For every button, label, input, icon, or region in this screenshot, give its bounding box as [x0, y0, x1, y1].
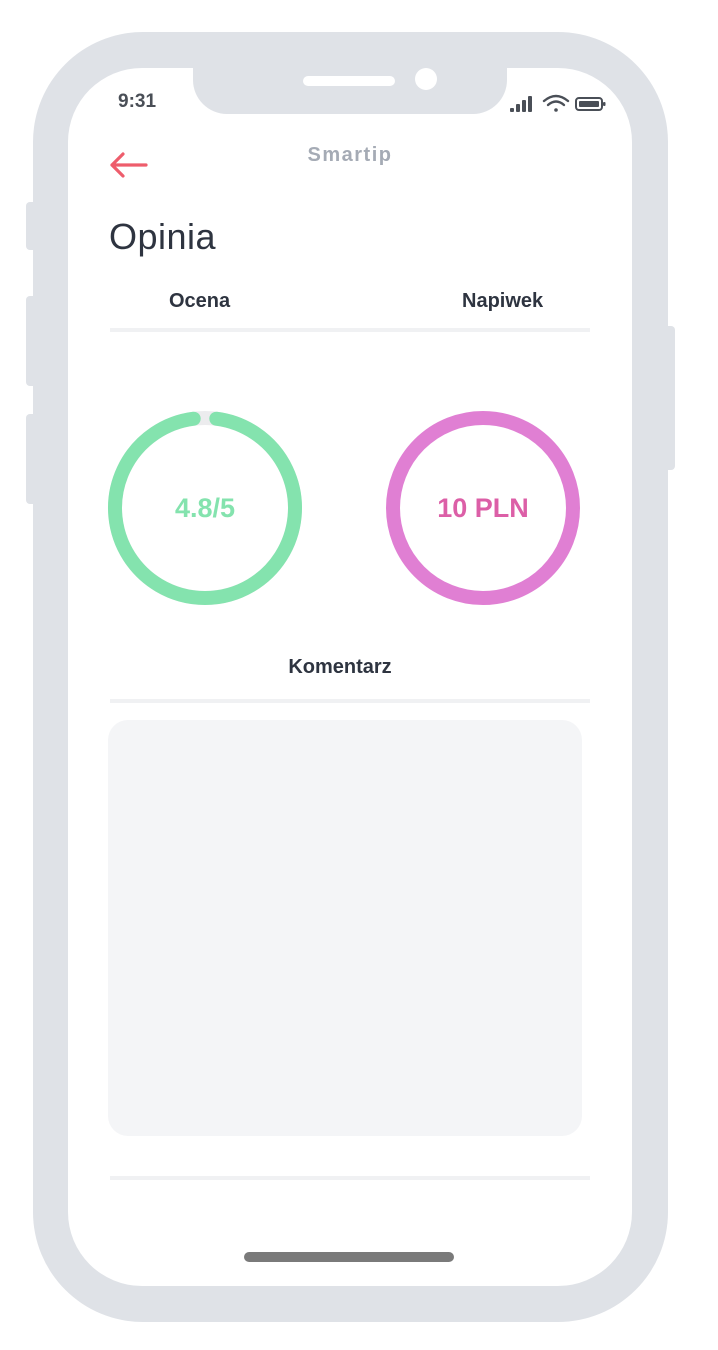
mute-switch — [26, 202, 36, 250]
divider — [110, 1176, 590, 1180]
cellular-signal-icon — [510, 96, 532, 112]
notch — [193, 68, 507, 114]
home-indicator[interactable] — [244, 1252, 454, 1262]
tip-ring: 10 PLN — [383, 408, 583, 608]
wifi-icon — [542, 94, 570, 112]
page-title: Opinia — [109, 216, 217, 257]
tip-section-label: Napiwek — [462, 290, 544, 312]
divider — [110, 328, 590, 332]
rating-ring: 4.8/5 — [105, 408, 305, 608]
rating-section-label: Ocena — [169, 290, 231, 312]
comment-section-label: Komentarz — [288, 656, 392, 678]
status-time: 9:31 — [118, 91, 157, 112]
divider — [110, 699, 590, 703]
comment-textarea[interactable] — [108, 720, 582, 1136]
app-name: Smartip — [307, 144, 393, 166]
speaker — [303, 76, 395, 86]
power-button — [665, 326, 675, 470]
battery-icon — [575, 97, 606, 111]
volume-up-button — [26, 296, 36, 386]
volume-down-button — [26, 414, 36, 504]
phone-screen: 9:31 Smartip Opinia Ocena Napiwek 4.8/5 … — [68, 68, 632, 1286]
rating-value: 4.8/5 — [174, 492, 236, 523]
front-camera — [415, 68, 437, 90]
status-icons — [508, 92, 608, 116]
tip-value: 10 PLN — [437, 492, 529, 523]
